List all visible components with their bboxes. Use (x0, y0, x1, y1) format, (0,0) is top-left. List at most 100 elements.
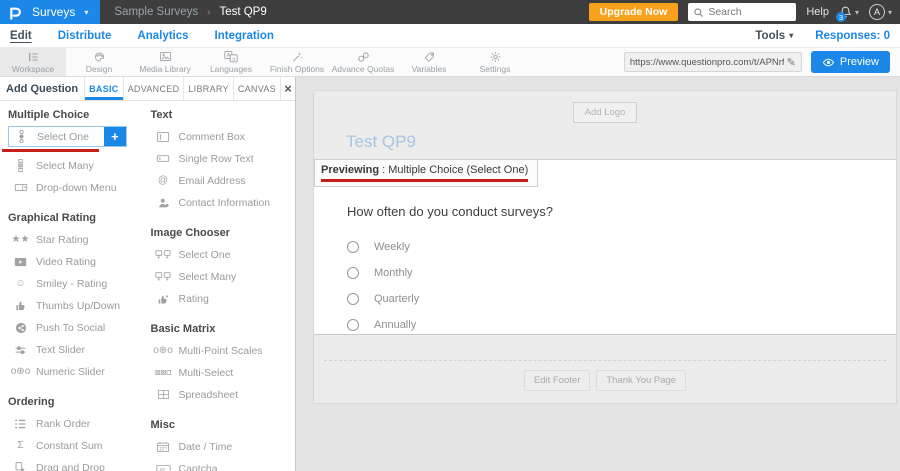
group-heading: Basic Matrix (151, 323, 288, 335)
question-type-item[interactable]: Contact Information (151, 192, 275, 213)
multiselect-icon (155, 368, 172, 377)
question-type-item[interactable]: @ Email Address (151, 170, 250, 191)
workspace-icon (27, 50, 40, 63)
question-type-item[interactable]: Video Rating (8, 251, 100, 272)
radio-button-icon[interactable] (347, 319, 359, 331)
toolbar-right: ✎ Preview (624, 48, 900, 76)
toolbar-item[interactable]: Aa Languages (198, 48, 264, 76)
question-type-item[interactable]: Single Row Text (151, 148, 258, 169)
toolbar-item[interactable]: Design (66, 48, 132, 76)
search-input[interactable] (708, 6, 788, 18)
responses-count[interactable]: Responses: 0 (815, 30, 890, 42)
add-question-button[interactable]: + (104, 127, 126, 146)
thumbs-up-icon (12, 300, 29, 312)
nav-item[interactable]: Distribute (58, 30, 112, 42)
question-type-item[interactable]: Thumbs Up/Down (8, 295, 124, 316)
group-basic-matrix: Basic Matrix o⊕o Multi-Point Scales Mult… (151, 323, 288, 406)
survey-title[interactable]: Test QP9 (346, 132, 896, 152)
question-card: Previewing : Multiple Choice (Select One… (314, 159, 896, 335)
question-type-item[interactable]: Select Many (8, 155, 98, 176)
product-menu[interactable]: Surveys ▾ (0, 0, 100, 24)
caret-down-icon: ▾ (789, 31, 793, 40)
question-type-columns: Multiple Choice Select One + Select Many… (0, 101, 295, 471)
group-heading: Multiple Choice (8, 109, 145, 121)
panel-tab[interactable]: CANVAS (233, 77, 280, 100)
group-heading: Ordering (8, 396, 145, 408)
question-type-item[interactable]: Multi-Select (151, 362, 238, 383)
answer-options: Weekly Monthly Quarterly Annually (347, 234, 896, 338)
content: Add Question BASIC ADVANCED LIBRARY CANV… (0, 77, 900, 471)
smiley-icon: ☺ (12, 279, 29, 289)
question-type-item[interactable]: Drag and Drop (8, 457, 109, 471)
question-type-item[interactable]: o⊕o Numeric Slider (8, 361, 109, 382)
share-icon (12, 322, 29, 334)
account-menu[interactable]: A ▾ (869, 4, 892, 20)
toolbar-item[interactable]: Settings (462, 48, 528, 76)
add-logo-button[interactable]: Add Logo (573, 102, 638, 123)
notifications-menu[interactable]: 3 ▾ (839, 5, 859, 19)
footer-button[interactable]: Thank You Page (596, 370, 686, 391)
group-multiple-choice: Multiple Choice Select One + Select Many… (8, 109, 145, 199)
help-link[interactable]: Help (806, 6, 829, 18)
footer-button[interactable]: Edit Footer (524, 370, 590, 391)
toolbar-item[interactable]: Media Library (132, 48, 198, 76)
close-icon[interactable]: × (280, 77, 295, 100)
design-icon (93, 50, 106, 63)
question-type-item[interactable]: Select Many (151, 266, 241, 287)
question-type-item[interactable]: vx Captcha (151, 458, 222, 471)
answer-option-label: Quarterly (374, 293, 419, 305)
search-box[interactable] (688, 3, 796, 21)
survey-url-box: ✎ (624, 52, 802, 72)
radio-button-icon[interactable] (347, 293, 359, 305)
question-type-item[interactable]: Select One + (8, 126, 127, 147)
caret-down-icon: ▾ (855, 8, 859, 17)
toolbar-item[interactable]: Variables (396, 48, 462, 76)
toolbar-item[interactable]: Workspace (0, 48, 66, 76)
pencil-icon[interactable]: ✎ (787, 56, 796, 69)
question-type-item[interactable]: Select One (151, 244, 235, 265)
panel-tab[interactable]: LIBRARY (183, 77, 232, 100)
question-type-item[interactable]: Drop-down Menu (8, 177, 121, 198)
toolbar-item[interactable]: Finish Options (264, 48, 330, 76)
panel-tab[interactable]: ADVANCED (123, 77, 184, 100)
group-heading: Graphical Rating (8, 212, 145, 224)
question-type-item[interactable]: Text Slider (8, 339, 89, 360)
question-type-item[interactable]: ☺ Smiley - Rating (8, 273, 111, 294)
nav-item[interactable]: Integration (215, 30, 274, 42)
upgrade-now-button[interactable]: Upgrade Now (589, 3, 679, 21)
question-type-item[interactable]: ★★ Star Rating (8, 229, 93, 250)
radio-button-icon[interactable] (347, 267, 359, 279)
radio-button-icon[interactable] (347, 241, 359, 253)
panel-tab[interactable]: BASIC (84, 77, 123, 100)
avatar: A (869, 4, 885, 20)
search-icon (693, 7, 704, 18)
nav-item[interactable]: Edit (10, 30, 32, 42)
preview-button-label: Preview (840, 56, 879, 68)
survey-url-input[interactable] (630, 57, 784, 68)
tools-menu[interactable]: Tools ▾ (755, 30, 793, 42)
multipoint-icon: o⊕o (155, 346, 172, 356)
question-type-item[interactable]: Rank Order (8, 413, 94, 434)
email-icon: @ (155, 176, 172, 186)
answer-option: Annually (347, 312, 896, 338)
question-type-item[interactable]: Push To Social (8, 317, 109, 338)
answer-option: Weekly (347, 234, 896, 260)
footer-buttons: Edit Footer Thank You Page (314, 361, 896, 403)
panel-tabs: BASIC ADVANCED LIBRARY CANVAS (84, 77, 280, 100)
question-type-item[interactable]: Spreadsheet (151, 384, 243, 405)
question-type-item[interactable]: Rating (151, 288, 213, 309)
question-type-item[interactable]: o⊕o Multi-Point Scales (151, 340, 267, 361)
question-type-item[interactable]: Date / Time (151, 436, 237, 457)
image-rating-icon (155, 293, 172, 305)
toolbar-item[interactable]: Advance Quotas (330, 48, 396, 76)
add-logo-row: Add Logo (314, 91, 896, 123)
question-type-item[interactable]: Comment Box (151, 126, 250, 147)
media-library-icon (159, 50, 172, 63)
edit-toolbar: Workspace Design Media Library Aa Langua… (0, 47, 900, 77)
star-rating-icon: ★★ (12, 235, 29, 245)
nav-item[interactable]: Analytics (137, 30, 188, 42)
group-text: Text Comment Box Single Row Text @ Email… (151, 109, 288, 214)
breadcrumb-parent[interactable]: Sample Surveys (114, 6, 198, 18)
question-type-item[interactable]: Σ Constant Sum (8, 435, 107, 456)
preview-button[interactable]: Preview (811, 51, 890, 73)
